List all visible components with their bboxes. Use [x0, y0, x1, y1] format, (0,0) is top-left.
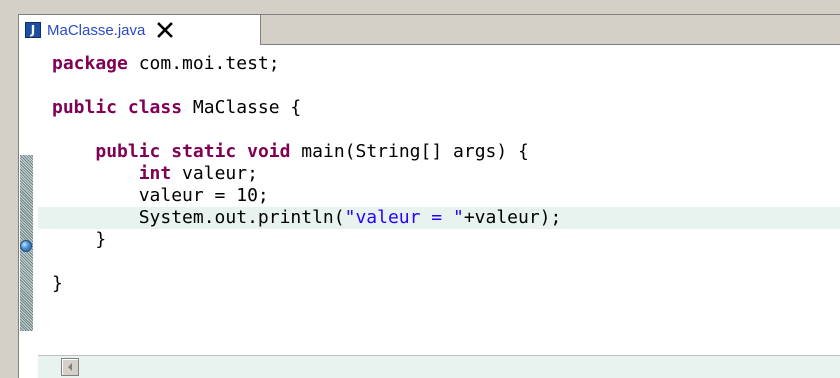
code-line[interactable]: int valeur;: [38, 163, 840, 185]
editor-tab-maclasse[interactable]: J MaClasse.java: [19, 15, 261, 45]
java-editor: J MaClasse.java package com.moi.test; pub…: [18, 14, 840, 378]
code-text: valeur = 10;: [52, 185, 269, 206]
editor-gutter[interactable]: [19, 45, 38, 378]
code-line[interactable]: package com.moi.test;: [38, 53, 840, 75]
code-text: valeur;: [171, 163, 258, 184]
code-text: main(String[] args) {: [290, 141, 529, 162]
code-line[interactable]: public class MaClasse {: [38, 97, 840, 119]
code-string: "valeur = ": [344, 207, 464, 228]
breakpoint-marker-icon[interactable]: [20, 240, 32, 252]
code-keyword: public: [52, 97, 118, 118]
code-line[interactable]: valeur = 10;: [38, 185, 840, 207]
code-keyword: void: [247, 141, 291, 162]
code-line[interactable]: [38, 119, 840, 141]
code-line[interactable]: [38, 251, 840, 273]
code-keyword: static: [171, 141, 237, 162]
code-line[interactable]: public static void main(String[] args) {: [38, 141, 840, 163]
code-line[interactable]: System.out.println("valeur = "+valeur);: [38, 207, 840, 229]
code-line[interactable]: }: [38, 229, 840, 251]
code-text: +valeur);: [463, 207, 562, 228]
code-keyword: public: [95, 141, 161, 162]
code-text: MaClasse {: [182, 97, 302, 118]
code-line[interactable]: [38, 75, 840, 97]
horizontal-scrollbar[interactable]: [38, 355, 840, 378]
code-text: }: [52, 229, 107, 250]
java-file-icon: J: [25, 22, 41, 38]
editor-tab-label: MaClasse.java: [47, 21, 146, 39]
close-icon[interactable]: [155, 20, 175, 40]
code-text-area[interactable]: package com.moi.test; public class MaClas…: [38, 45, 840, 356]
code-line[interactable]: }: [38, 273, 840, 295]
code-text: com.moi.test;: [127, 53, 280, 74]
code-keyword: int: [138, 163, 172, 184]
code-keyword: class: [127, 97, 183, 118]
code-keyword: package: [52, 53, 128, 74]
scroll-left-arrow-icon[interactable]: [61, 358, 79, 376]
code-text: }: [52, 273, 63, 294]
code-text: System.out.println(: [52, 207, 345, 228]
editor-tab-strip: J MaClasse.java: [19, 15, 840, 45]
